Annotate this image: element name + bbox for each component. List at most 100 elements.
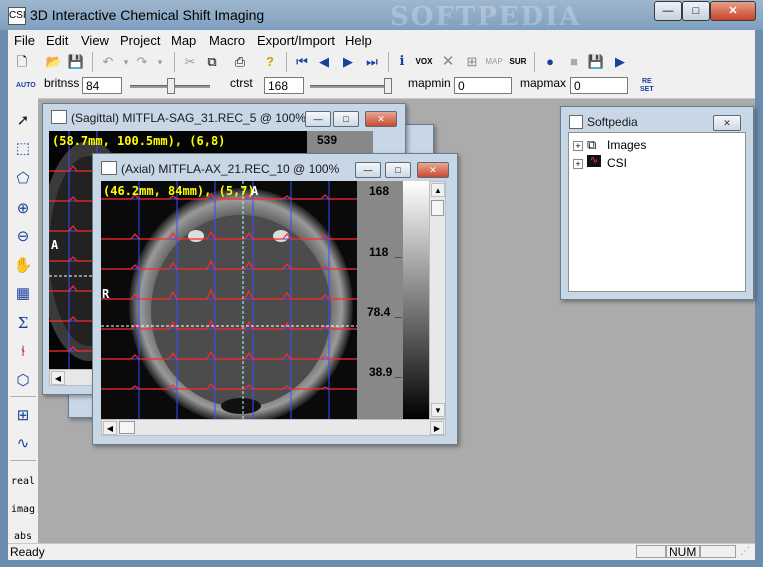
menu-edit[interactable]: Edit [46, 33, 68, 48]
sagittal-maximize-button[interactable]: □ [333, 111, 359, 127]
save-macro-icon[interactable]: 💾 [586, 52, 606, 72]
tree-expander[interactable]: + [573, 141, 583, 151]
axial-window[interactable]: (Axial) MITFLA-AX_21.REC_10 @ 100% — □ ✕ [92, 153, 458, 445]
grid-overlay-icon[interactable]: ⊞ [12, 405, 34, 427]
grid-icon[interactable]: ⊞ [462, 52, 482, 72]
cut-icon[interactable]: ✂ [180, 52, 200, 72]
reset-label-top: RE [641, 78, 652, 85]
tree-expander[interactable]: + [573, 159, 583, 169]
axial-colorbar [403, 181, 429, 419]
new-file-icon[interactable]: 🗋 [12, 52, 32, 72]
vox-button[interactable]: VOX [414, 52, 434, 72]
scroll-left-icon[interactable]: ◀ [51, 371, 65, 385]
axial-scale-label-1: 168 [369, 184, 390, 198]
contrast-slider-thumb[interactable] [384, 78, 392, 94]
stop-icon[interactable]: ■ [564, 52, 584, 72]
last-icon[interactable]: ⏭ [362, 52, 382, 72]
scroll-right-icon[interactable]: ▶ [430, 421, 444, 435]
pointer-icon[interactable]: ➚ [12, 110, 34, 132]
print-icon[interactable]: ⎙ [230, 52, 250, 72]
axial-maximize-button[interactable]: □ [385, 162, 411, 178]
imag-button[interactable]: imag [10, 504, 36, 515]
toolbar-separator [286, 52, 287, 72]
reset-button[interactable]: RE SET [640, 78, 654, 94]
contrast-label: ctrst [230, 76, 253, 90]
mapmin-label: mapmin [408, 76, 451, 90]
open-folder-icon[interactable]: 📂 [44, 52, 64, 72]
vscroll-thumb[interactable] [431, 200, 444, 216]
real-button[interactable]: real [10, 476, 36, 487]
contrast-input[interactable]: 168 [264, 77, 304, 94]
auto-button[interactable]: AUTO [16, 82, 36, 89]
window-icon [101, 161, 117, 175]
tree-item-csi[interactable]: CSI [607, 156, 627, 170]
first-icon[interactable]: ⏮ [292, 52, 312, 72]
hscroll-thumb[interactable] [119, 421, 135, 434]
scroll-up-icon[interactable]: ▲ [431, 183, 445, 197]
status-panel [700, 545, 736, 558]
sagittal-close-button[interactable]: ✕ [365, 111, 397, 127]
axial-scale-tick-2: _ [395, 245, 402, 259]
sur-button[interactable]: SUR [508, 52, 528, 72]
redo-icon[interactable]: ↷ [132, 52, 152, 72]
scroll-down-icon[interactable]: ▼ [431, 403, 445, 417]
axial-minimize-button[interactable]: — [355, 162, 381, 178]
images-icon: ⧉ [587, 137, 597, 152]
brightness-input[interactable]: 84 [82, 77, 122, 94]
toolbar-separator [174, 52, 175, 72]
menu-view[interactable]: View [81, 33, 109, 48]
map-button[interactable]: MAP [484, 52, 504, 72]
menu-macro[interactable]: Macro [209, 33, 245, 48]
resize-grip-icon[interactable]: ⋰ [740, 546, 750, 557]
tree-close-button[interactable]: ✕ [713, 115, 741, 131]
maximize-button[interactable]: □ [682, 1, 710, 21]
scroll-left-icon[interactable]: ◀ [103, 421, 117, 435]
prev-icon[interactable]: ◀ [314, 52, 334, 72]
delete-icon[interactable]: ✕ [438, 52, 458, 72]
save-icon[interactable]: 💾 [66, 52, 86, 72]
zoom-out-icon[interactable]: ⊖ [12, 226, 34, 248]
play-icon[interactable]: ▶ [610, 52, 630, 72]
baseline-icon[interactable]: ⫮ [12, 341, 34, 363]
rect-select-icon[interactable]: ⬚ [12, 138, 34, 160]
polygon-icon[interactable]: ⬠ [12, 168, 34, 190]
menu-file[interactable]: File [14, 33, 35, 48]
axial-orientation-top: A [251, 184, 259, 198]
minimize-button[interactable]: — [654, 1, 682, 21]
help-icon[interactable]: ? [260, 52, 280, 72]
sagittal-scale-top: 539 [317, 133, 338, 147]
region-icon[interactable]: ⬡ [12, 370, 34, 392]
axial-hscrollbar[interactable]: ◀ ▶ [101, 419, 446, 436]
sagittal-minimize-button[interactable]: — [305, 111, 331, 127]
axial-image[interactable]: (46.2mm, 84mm), (5,7) A R [101, 181, 357, 419]
info-icon[interactable]: i [392, 52, 412, 72]
record-icon[interactable]: ● [540, 52, 560, 72]
menu-export-import[interactable]: Export/Import [257, 33, 335, 48]
close-button[interactable]: ✕ [710, 1, 756, 21]
mapmin-input[interactable]: 0 [454, 77, 512, 94]
axial-vscrollbar[interactable]: ▲ ▼ [429, 181, 446, 419]
toolbar-separator [534, 52, 535, 72]
contrast-slider[interactable] [310, 85, 390, 88]
pan-icon[interactable]: ✋ [12, 255, 34, 277]
zoom-in-icon[interactable]: ⊕ [12, 198, 34, 220]
chevron-down-icon[interactable]: ▾ [150, 52, 170, 72]
mapmax-input[interactable]: 0 [570, 77, 628, 94]
spectrum-icon[interactable]: ∿ [12, 433, 34, 455]
next-icon[interactable]: ▶ [338, 52, 358, 72]
tree-item-images[interactable]: Images [607, 138, 646, 152]
menu-project[interactable]: Project [120, 33, 160, 48]
menu-map[interactable]: Map [171, 33, 196, 48]
abs-button[interactable]: abs [10, 531, 36, 539]
tree-title: Softpedia [587, 115, 638, 129]
undo-icon[interactable]: ↶ [98, 52, 118, 72]
axial-scale-label-3: 78.4 [367, 305, 391, 319]
menu-help[interactable]: Help [345, 33, 372, 48]
brightness-slider-thumb[interactable] [167, 78, 175, 94]
tool-palette: ➚ ⬚ ⬠ ⊕ ⊖ ✋ ▦ Σ ⫮ ⬡ ⊞ ∿ real imag abs [8, 98, 39, 543]
axial-close-button[interactable]: ✕ [417, 162, 449, 178]
axial-scale-tick-4: _ [395, 365, 402, 379]
copy-icon[interactable]: ⧉ [202, 52, 222, 72]
voxel-grid-icon[interactable]: ▦ [12, 283, 34, 305]
sum-icon[interactable]: Σ [12, 312, 34, 334]
